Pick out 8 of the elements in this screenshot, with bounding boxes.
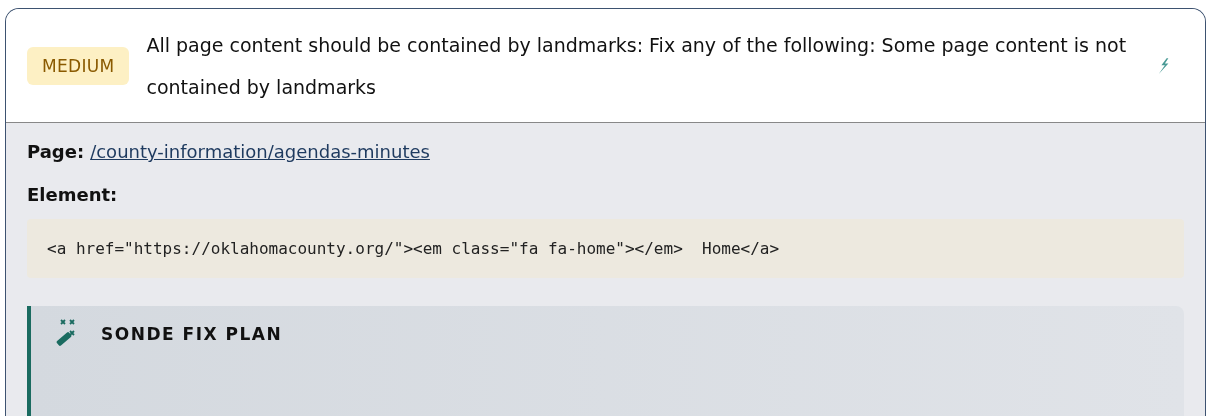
lightning-icon bbox=[1157, 56, 1171, 75]
page-link[interactable]: /county-information/agendas-minutes bbox=[90, 141, 430, 162]
element-code: <a href="https://oklahomacounty.org/"><em class="fa fa-home"></em> Home</a> bbox=[27, 219, 1184, 278]
issue-message: All page content should be contained by landmarks: Fix any of the following: Some page content is not contained by landmarks bbox=[146, 32, 1127, 100]
severity-badge: MEDIUM bbox=[27, 46, 130, 85]
element-label: Element: bbox=[27, 184, 119, 205]
fix-plan-title: SONDE FIX PLAN bbox=[101, 324, 283, 344]
page-label: Page: bbox=[27, 141, 85, 162]
